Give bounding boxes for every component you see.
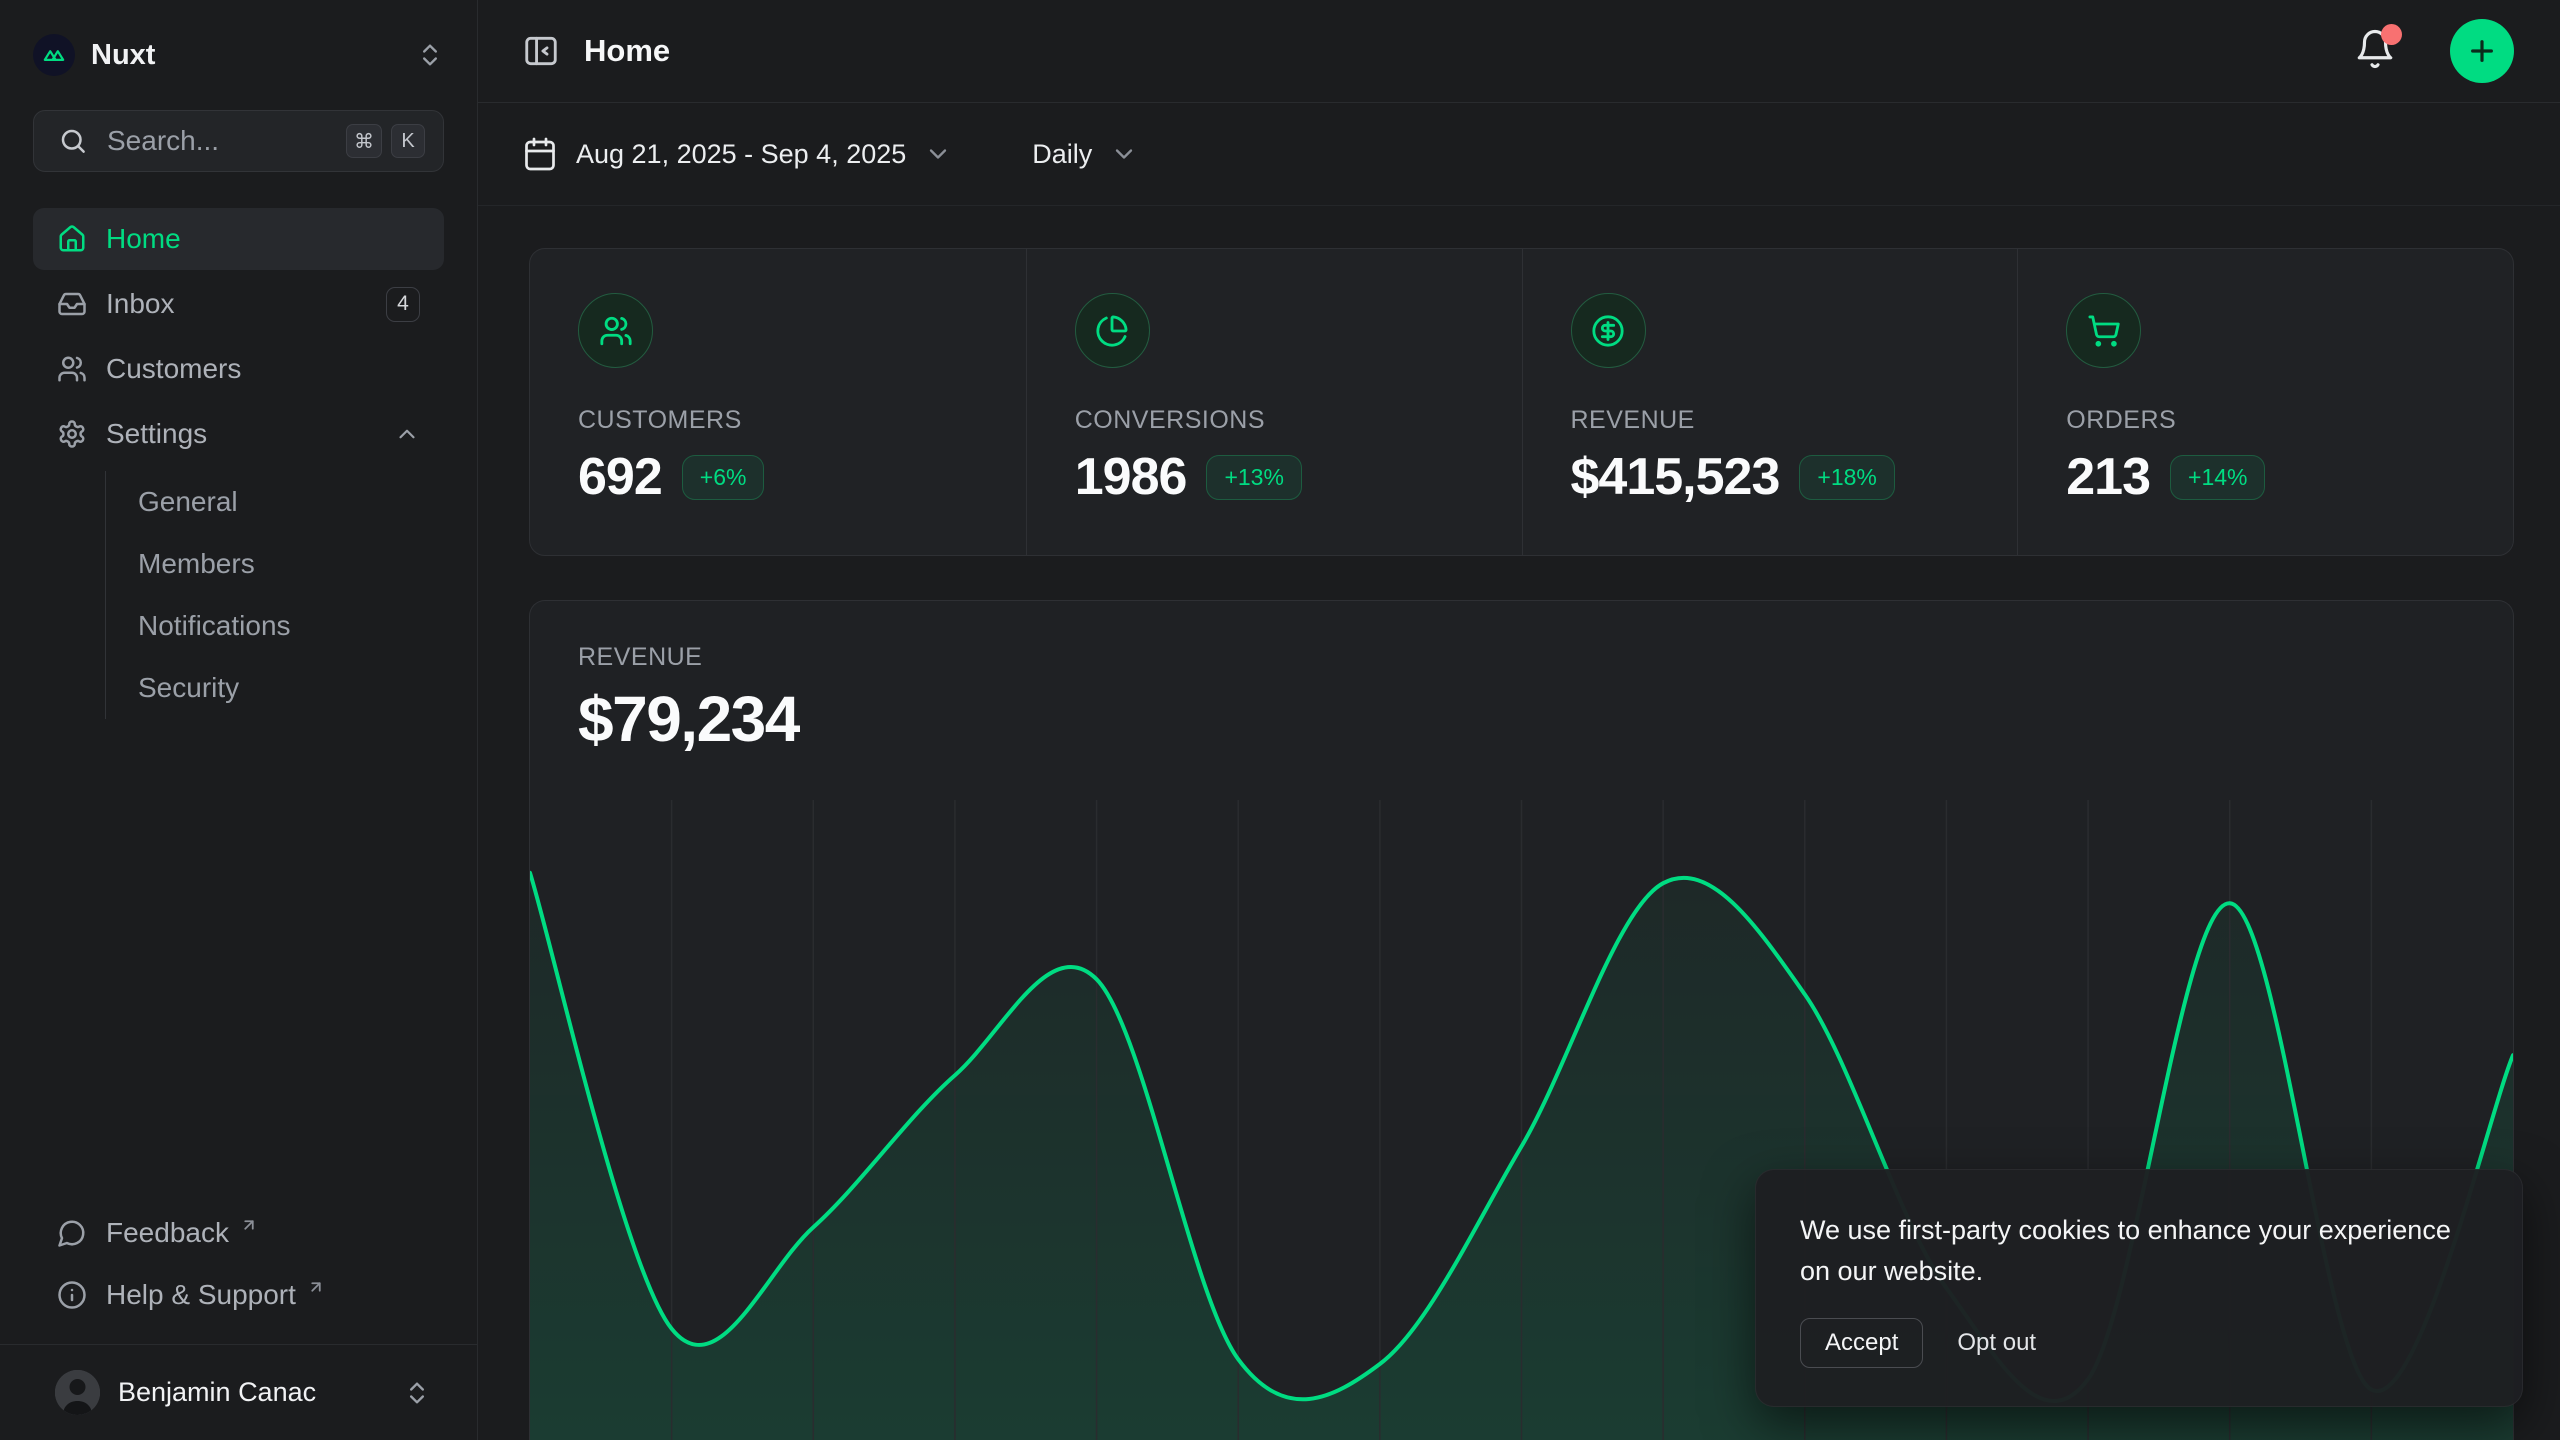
sidebar-item-label: Settings xyxy=(106,418,375,450)
user-name: Benjamin Canac xyxy=(118,1377,385,1408)
workspace-row: Nuxt xyxy=(0,0,477,102)
cookie-message: We use first-party cookies to enhance yo… xyxy=(1800,1210,2478,1292)
sidebar-item-inbox[interactable]: Inbox 4 xyxy=(33,273,444,335)
gear-icon xyxy=(57,419,87,449)
info-icon xyxy=(57,1280,87,1310)
kbd-cmd: ⌘ xyxy=(346,124,382,158)
sidebar-item-members[interactable]: Members xyxy=(106,533,444,595)
pie-chart-icon xyxy=(1075,293,1150,368)
add-button[interactable] xyxy=(2450,19,2514,83)
sidebar-item-security[interactable]: Security xyxy=(106,657,444,719)
stat-delta-badge: +18% xyxy=(1799,455,1894,500)
footer-item-label: Help & Support xyxy=(106,1279,296,1311)
stat-card-orders[interactable]: ORDERS 213 +14% xyxy=(2017,249,2513,555)
stat-label: REVENUE xyxy=(1571,406,1970,435)
inbox-count-badge: 4 xyxy=(386,287,420,322)
stat-card-conversions[interactable]: CONVERSIONS 1986 +13% xyxy=(1026,249,1522,555)
sidebar-item-home[interactable]: Home xyxy=(33,208,444,270)
stat-delta-badge: +6% xyxy=(682,455,765,500)
stat-delta-badge: +14% xyxy=(2170,455,2265,500)
sidebar: Nuxt ⌘ K Home xyxy=(0,0,478,1440)
chevron-down-icon xyxy=(1110,140,1138,168)
search-shortcut: ⌘ K xyxy=(346,124,425,158)
date-range-label: Aug 21, 2025 - Sep 4, 2025 xyxy=(576,139,906,170)
feedback-link[interactable]: Feedback xyxy=(33,1202,444,1264)
collapse-sidebar-icon[interactable] xyxy=(522,32,560,70)
chat-bubble-icon xyxy=(57,1218,87,1248)
stat-label: CUSTOMERS xyxy=(578,406,978,435)
chevron-down-icon xyxy=(924,140,952,168)
stat-value: 213 xyxy=(2066,447,2150,507)
cart-icon xyxy=(2066,293,2141,368)
sidebar-item-notifications[interactable]: Notifications xyxy=(106,595,444,657)
page-title: Home xyxy=(584,33,2330,69)
calendar-icon xyxy=(522,136,558,172)
page-header: Home xyxy=(478,0,2560,103)
stat-card-revenue[interactable]: REVENUE $415,523 +18% xyxy=(1522,249,2018,555)
sidebar-item-label: Home xyxy=(106,223,420,255)
sidebar-item-label: Customers xyxy=(106,353,420,385)
sidebar-item-general[interactable]: General xyxy=(106,471,444,533)
sub-item-label: General xyxy=(138,486,238,518)
stat-label: ORDERS xyxy=(2066,406,2465,435)
stat-value: 1986 xyxy=(1075,447,1187,507)
sub-item-label: Security xyxy=(138,672,239,704)
circle-dollar-icon xyxy=(1571,293,1646,368)
sub-item-label: Members xyxy=(138,548,255,580)
chevrons-up-down-icon[interactable] xyxy=(416,41,444,69)
notification-dot xyxy=(2381,24,2402,45)
cookie-optout-button[interactable]: Opt out xyxy=(1957,1329,2036,1357)
sidebar-item-settings[interactable]: Settings xyxy=(33,403,444,465)
sidebar-item-label: Inbox xyxy=(106,288,367,320)
sidebar-nav: Home Inbox 4 Customers Settings xyxy=(33,208,444,1202)
users-icon xyxy=(57,354,87,384)
period-select[interactable]: Daily xyxy=(1032,139,1138,170)
search-input[interactable] xyxy=(107,125,327,157)
sidebar-item-customers[interactable]: Customers xyxy=(33,338,444,400)
search-box[interactable]: ⌘ K xyxy=(33,110,444,172)
cookie-accept-button[interactable]: Accept xyxy=(1800,1318,1923,1368)
revenue-chart-value: $79,234 xyxy=(578,682,2465,756)
home-icon xyxy=(57,224,87,254)
avatar xyxy=(55,1370,100,1415)
settings-subnav: General Members Notifications Security xyxy=(105,471,444,719)
toolbar: Aug 21, 2025 - Sep 4, 2025 Daily xyxy=(478,103,2560,206)
search-icon xyxy=(58,126,88,156)
users-icon xyxy=(578,293,653,368)
period-label: Daily xyxy=(1032,139,1092,170)
chevron-up-icon xyxy=(394,421,420,447)
workspace-switcher[interactable]: Nuxt xyxy=(33,34,155,76)
help-support-link[interactable]: Help & Support xyxy=(33,1264,444,1326)
stat-value: 692 xyxy=(578,447,662,507)
nuxt-logo-icon xyxy=(33,34,75,76)
stat-card-customers[interactable]: CUSTOMERS 692 +6% xyxy=(530,249,1026,555)
stat-delta-badge: +13% xyxy=(1206,455,1301,500)
cookie-banner: We use first-party cookies to enhance yo… xyxy=(1755,1169,2523,1407)
user-menu[interactable]: Benjamin Canac xyxy=(0,1344,477,1440)
stat-value: $415,523 xyxy=(1571,447,1780,507)
kbd-k: K xyxy=(391,124,425,158)
date-range-picker[interactable]: Aug 21, 2025 - Sep 4, 2025 xyxy=(522,136,952,172)
external-link-icon xyxy=(307,1278,325,1296)
inbox-icon xyxy=(57,289,87,319)
stats-cards: CUSTOMERS 692 +6% CONVERSIONS 1986 +13% xyxy=(529,248,2514,556)
footer-item-label: Feedback xyxy=(106,1217,229,1249)
external-link-icon xyxy=(240,1216,258,1234)
sub-item-label: Notifications xyxy=(138,610,291,642)
sidebar-footer: Feedback Help & Support xyxy=(33,1202,444,1326)
chevrons-up-down-icon xyxy=(403,1379,431,1407)
workspace-name: Nuxt xyxy=(91,39,155,72)
stat-label: CONVERSIONS xyxy=(1075,406,1474,435)
revenue-chart-label: REVENUE xyxy=(578,643,2465,672)
notifications-button[interactable] xyxy=(2354,28,2396,75)
